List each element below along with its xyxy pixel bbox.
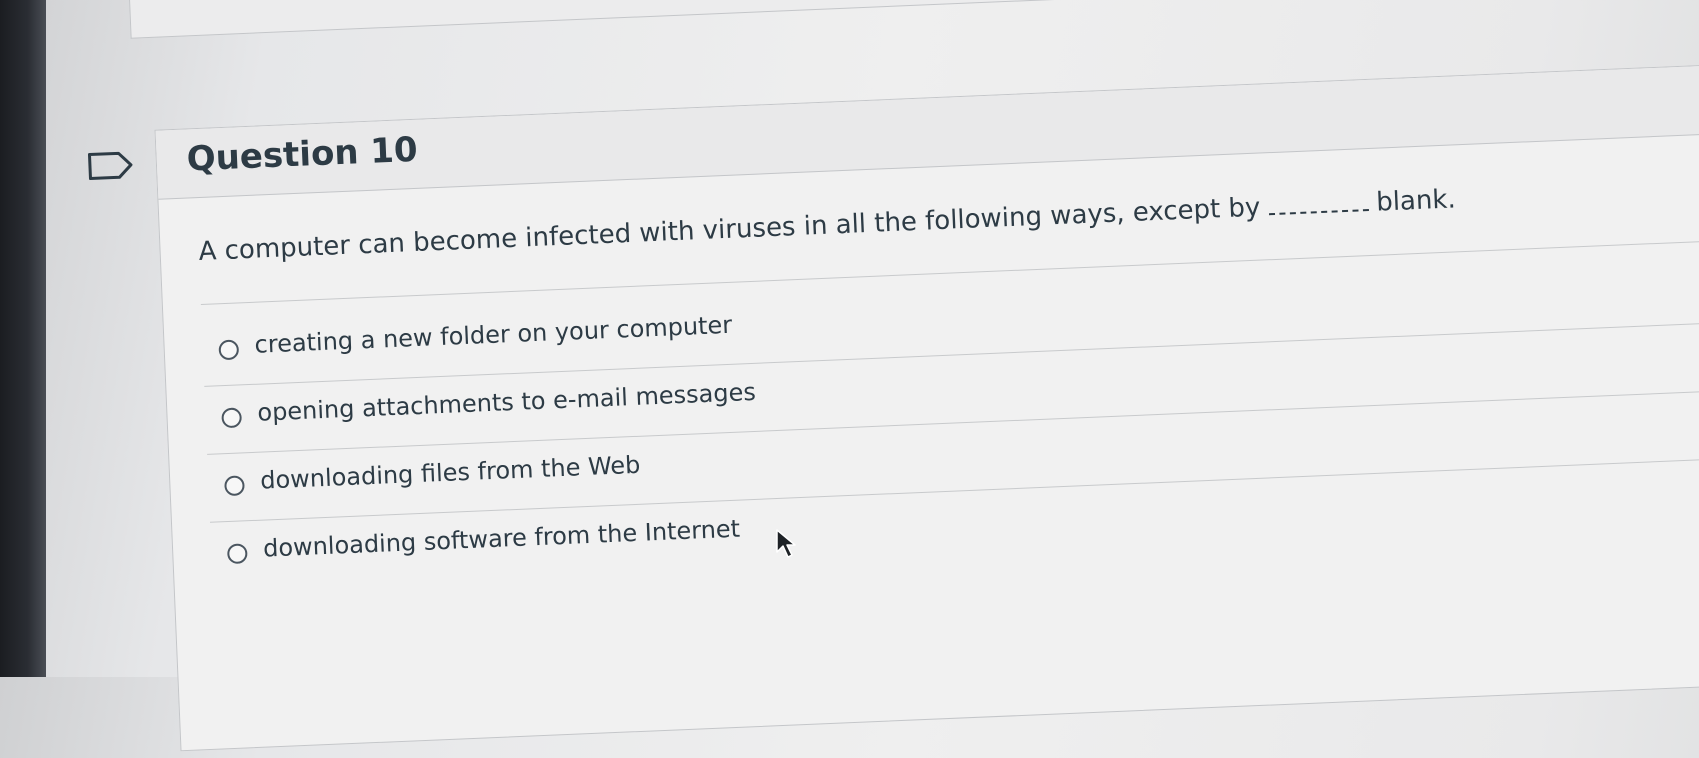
answer-label: creating a new folder on your computer <box>254 310 733 359</box>
mouse-pointer-icon <box>776 529 796 558</box>
radio-button[interactable] <box>221 407 243 429</box>
previous-question-card <box>125 0 1699 39</box>
answer-list: creating a new folder on your computer o… <box>201 247 1699 590</box>
answer-label: opening attachments to e-mail messages <box>256 377 757 427</box>
radio-button[interactable] <box>218 339 240 361</box>
question-text-after-blank: blank. <box>1375 184 1457 218</box>
radio-button[interactable] <box>224 475 245 497</box>
blank-placeholder <box>1267 191 1369 216</box>
answer-label: downloading files from the Web <box>259 450 641 495</box>
question-title: Question 10 <box>185 129 419 180</box>
question-header: Question 10 <box>87 59 1699 200</box>
question-text: A computer can become infected with viru… <box>198 184 1456 267</box>
flag-icon[interactable] <box>86 150 135 182</box>
question-text-before-blank: A computer can become infected with viru… <box>198 192 1261 268</box>
answer-label: downloading software from the Internet <box>262 514 741 563</box>
quiz-page: Question 10 A computer can become infect… <box>0 0 1699 752</box>
radio-button[interactable] <box>226 543 248 565</box>
question-card: Question 10 A computer can become infect… <box>87 58 1699 752</box>
